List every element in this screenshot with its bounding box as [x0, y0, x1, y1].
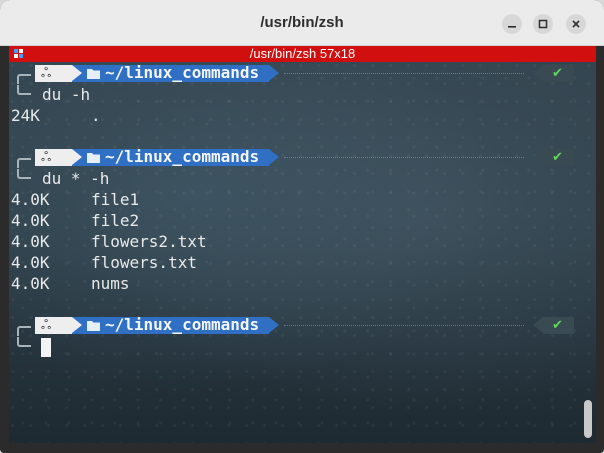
command-line: du -h: [42, 85, 91, 104]
output-size: 4.0K: [11, 274, 50, 293]
prompt-line: ஃ ~/linux_commands ✔: [9, 147, 596, 168]
prompt-status-segment: ✔: [533, 149, 574, 166]
check-icon: ✔: [552, 150, 563, 165]
maximize-button[interactable]: [533, 14, 553, 34]
prompt-line: ஃ ~/linux_commands ✔: [9, 63, 596, 84]
output-size: 4.0K: [11, 190, 50, 209]
command-line: du * -h: [42, 169, 110, 188]
folder-icon: [87, 69, 100, 79]
prompt-os-segment: ஃ: [35, 65, 82, 82]
linux-penguin-icon: ஃ: [41, 66, 52, 81]
output-name: flowers2.txt: [91, 232, 207, 251]
prompt-path: ~/linux_commands: [105, 147, 260, 166]
prompt-os-segment: ஃ: [35, 317, 82, 334]
folder-icon: [87, 321, 100, 331]
prompt-path: ~/linux_commands: [105, 63, 260, 82]
linux-penguin-icon: ஃ: [41, 150, 52, 165]
terminal-window: /usr/bin/zsh /usr/bin/zsh 57x18 ஃ ~/linu…: [0, 0, 604, 453]
close-button[interactable]: [566, 14, 586, 34]
output-name: file1: [91, 190, 140, 209]
output-size: 4.0K: [11, 232, 50, 251]
terminal-output-area[interactable]: ஃ ~/linux_commands ✔ du -h 24K . ஃ ~/lin…: [9, 62, 596, 443]
prompt-status-segment: ✔: [533, 65, 574, 82]
check-icon: ✔: [552, 66, 563, 81]
output-name: .: [91, 106, 101, 125]
output-size: 4.0K: [11, 211, 50, 230]
terminal-status-strip: /usr/bin/zsh 57x18: [9, 46, 596, 62]
output-name: flowers.txt: [91, 253, 197, 272]
minimize-button[interactable]: [502, 14, 522, 34]
maximize-icon: [538, 19, 548, 29]
prompt-path: ~/linux_commands: [105, 315, 260, 334]
output-name: file2: [91, 211, 140, 230]
prompt-frame-bottom: [17, 85, 31, 95]
prompt-filler: [284, 157, 524, 158]
terminal-size-label: /usr/bin/zsh 57x18: [249, 46, 356, 61]
output-size: 4.0K: [11, 253, 50, 272]
prompt-path-segment: ~/linux_commands: [72, 147, 279, 166]
prompt-path-segment: ~/linux_commands: [72, 315, 279, 334]
folder-icon: [87, 153, 100, 163]
linux-penguin-icon: ஃ: [41, 318, 52, 333]
prompt-frame-top: [17, 74, 31, 84]
prompt-filler: [284, 73, 524, 74]
prompt-frame-bottom: [17, 337, 31, 347]
output-name: nums: [91, 274, 130, 293]
minimize-icon: [508, 26, 516, 28]
prompt-line: ஃ ~/linux_commands ✔: [9, 315, 596, 336]
prompt-status-segment: ✔: [533, 317, 574, 334]
prompt-frame-top: [17, 326, 31, 336]
close-icon: [572, 20, 580, 28]
output-size: 24K: [11, 106, 40, 125]
scrollbar-thumb[interactable]: [584, 400, 592, 438]
prompt-path-segment: ~/linux_commands: [72, 63, 279, 82]
check-icon: ✔: [552, 318, 563, 333]
title-bar[interactable]: /usr/bin/zsh: [0, 0, 604, 46]
text-cursor[interactable]: [41, 338, 51, 357]
prompt-os-segment: ஃ: [35, 149, 82, 166]
prompt-frame-bottom: [17, 169, 31, 179]
prompt-frame-top: [17, 158, 31, 168]
prompt-filler: [284, 325, 524, 326]
